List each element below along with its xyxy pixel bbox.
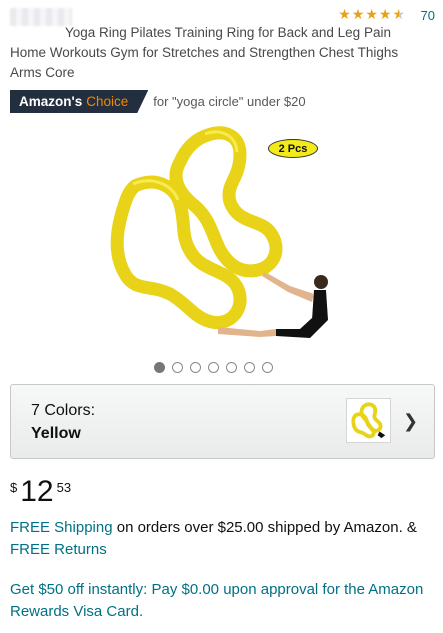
star-icon: ★ — [365, 7, 378, 23]
amazons-choice-badge[interactable]: Amazon's Choice — [10, 90, 148, 113]
rating-count-link[interactable]: 70 — [421, 8, 435, 23]
color-swatch-thumbnail[interactable] — [346, 398, 391, 443]
carousel-dot[interactable] — [190, 362, 201, 373]
carousel-dot[interactable] — [208, 362, 219, 373]
carousel-dot[interactable] — [244, 362, 255, 373]
selected-color: Yellow — [31, 425, 81, 442]
free-shipping-link[interactable]: FREE Shipping — [10, 519, 113, 536]
color-count-label: 7 Colors: — [31, 402, 96, 419]
chevron-right-icon: ❯ — [403, 411, 419, 431]
star-icon: ★ — [378, 7, 392, 23]
shipping-info: FREE Shipping on orders over $25.00 ship… — [10, 517, 430, 561]
star-icon: ★ — [338, 7, 351, 23]
image-carousel-dots[interactable] — [154, 362, 273, 373]
carousel-dot[interactable] — [262, 362, 273, 373]
badge-keyword: for "yoga circle" under $20 — [153, 94, 306, 109]
product-title: Yoga Ring Pilates Training Ring for Back… — [10, 25, 399, 80]
carousel-dot[interactable] — [154, 362, 165, 373]
free-returns-link[interactable]: FREE Returns — [10, 541, 107, 558]
price-currency: $ — [10, 480, 18, 495]
carousel-dot[interactable] — [172, 362, 183, 373]
half-star-icon: ★ — [392, 7, 405, 23]
amazons-choice-row: Amazon's Choice for "yoga circle" under … — [10, 90, 306, 113]
color-selector[interactable]: 7 Colors: Yellow ❯ — [10, 384, 435, 459]
product-image[interactable] — [100, 124, 345, 352]
carousel-dot[interactable] — [226, 362, 237, 373]
badge-prefix: Amazon's — [19, 94, 83, 109]
star-rating[interactable]: ★ ★ ★ ★ ★ — [338, 7, 405, 23]
visa-card-promo-link[interactable]: Get $50 off instantly: Pay $0.00 upon ap… — [10, 579, 430, 623]
price-fraction: 53 — [56, 480, 72, 495]
shipping-text: on orders over $25.00 shipped by Amazon.… — [112, 519, 417, 536]
star-icon: ★ — [351, 7, 365, 23]
badge-choice: Choice — [86, 94, 129, 109]
price-whole: 12 — [20, 475, 54, 508]
two-pieces-tag: 2 Pcs — [268, 139, 318, 158]
price: $ 12 53 — [10, 474, 71, 510]
